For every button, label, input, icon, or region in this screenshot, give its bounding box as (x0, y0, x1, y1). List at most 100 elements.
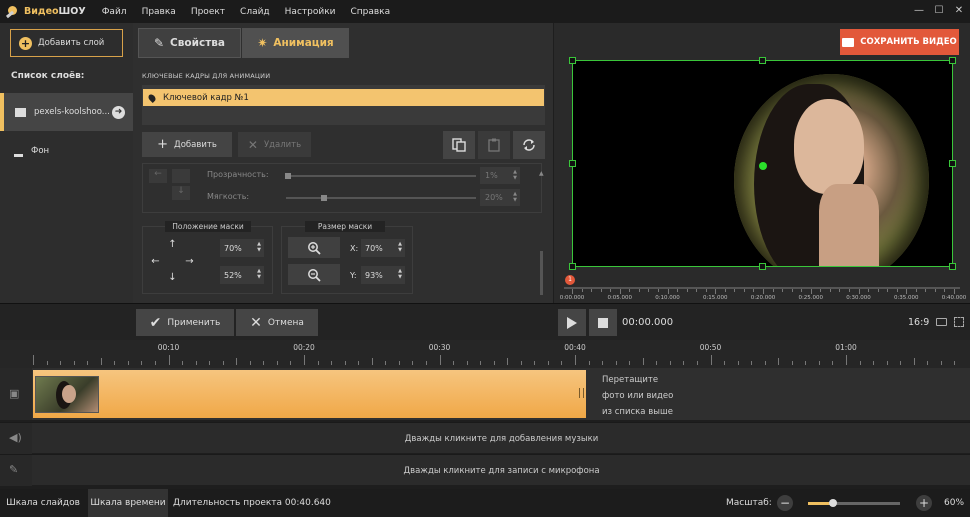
timeline-tick (710, 355, 712, 365)
resize-handle[interactable] (569, 263, 576, 270)
spinner-icon[interactable]: ▲ ▼ (398, 241, 402, 253)
video-preview[interactable] (572, 60, 953, 267)
mask-center-handle[interactable] (759, 162, 767, 170)
spinner-icon[interactable]: ▲ ▼ (513, 191, 517, 203)
timeline-clip[interactable] (33, 370, 586, 418)
ruler-tick (600, 289, 602, 292)
paste-button[interactable] (478, 131, 510, 159)
resize-handle[interactable] (949, 57, 956, 64)
layer-item-video[interactable]: pexels-koolshoo... ➜ (0, 93, 133, 131)
timeline-tick (236, 358, 238, 365)
zoom-minus-button[interactable]: − (777, 495, 793, 511)
arrow-up-icon[interactable]: ↑ (165, 237, 180, 252)
tab-properties[interactable]: ✎ Свойства (138, 28, 241, 58)
spinner-icon[interactable]: ▲ ▼ (257, 268, 261, 280)
timeline-tick (453, 361, 455, 365)
zoom-slider-thumb[interactable] (828, 499, 837, 507)
spinner-icon[interactable]: ▲ ▼ (513, 169, 517, 181)
spinner-icon[interactable]: ▲ ▼ (398, 268, 402, 280)
minimize-button[interactable]: — (910, 3, 928, 19)
delete-keyframe-button[interactable]: ✕ Удалить (238, 132, 311, 157)
timeline-tick (466, 361, 468, 365)
layer-item-background[interactable]: Фон (0, 132, 133, 170)
resize-handle[interactable] (569, 57, 576, 64)
menu-project[interactable]: Проект (191, 7, 225, 17)
add-keyframe-button[interactable]: + Добавить (142, 132, 232, 157)
timeline-tick (480, 361, 482, 365)
zoom-out-button[interactable] (288, 264, 340, 285)
opacity-slider-thumb[interactable] (285, 173, 291, 179)
mask-position-x-input[interactable]: 70% ▲ ▼ (220, 239, 264, 257)
zoom-slider[interactable] (808, 499, 900, 507)
maximize-button[interactable]: ☐ (930, 3, 948, 19)
timeline-tick (304, 355, 305, 365)
resize-handle[interactable] (759, 57, 766, 64)
menu-slide[interactable]: Слайд (240, 7, 270, 17)
zoom-plus-button[interactable]: + (916, 495, 932, 511)
ruler-tick (677, 289, 679, 292)
refresh-icon (523, 139, 535, 151)
clipboard-icon (488, 138, 500, 152)
arrow-left-icon[interactable]: ← (148, 254, 163, 269)
face-shape (794, 99, 864, 194)
menu-settings[interactable]: Настройки (285, 7, 336, 17)
resize-handle[interactable] (949, 160, 956, 167)
ruler-tick (638, 289, 640, 292)
softness-value[interactable]: 20% ▲ ▼ (480, 189, 520, 206)
menu-help[interactable]: Справка (350, 7, 390, 17)
clip-resize-handle[interactable] (579, 388, 584, 398)
stop-button[interactable] (589, 309, 617, 336)
spinner-icon[interactable]: ▲ ▼ (257, 241, 261, 253)
timeline-tick (398, 361, 400, 365)
preview-ruler[interactable]: 1 0:00.000 0:05.000 0:10.000 0:15.000 0:20.0… (560, 275, 966, 303)
properties-panel: ✎ Свойства ✷ Анимация КЛЮЧЕВЫЕ КАДРЫ ДЛЯ… (133, 23, 553, 303)
keyframe-item[interactable]: Ключевой кадр №1 (143, 89, 544, 106)
fullscreen-icon[interactable] (954, 317, 964, 327)
mic-track[interactable]: ✎ Дважды кликните для записи с микрофона (0, 454, 970, 486)
timeline-tick (114, 361, 116, 365)
close-button[interactable]: ✕ (950, 3, 968, 19)
zoom-out-icon (308, 268, 321, 282)
softness-slider-thumb[interactable] (321, 195, 327, 201)
save-video-button[interactable]: СОХРАНИТЬ ВИДЕО (840, 29, 959, 55)
arrow-down-icon[interactable]: ↓ (165, 270, 180, 285)
apply-button[interactable]: ✔ Применить (136, 309, 234, 336)
scrollbar[interactable] (540, 251, 543, 295)
title-bar: ВидеоШОУ Файл Правка Проект Слайд Настро… (0, 0, 970, 23)
menu-edit[interactable]: Правка (142, 7, 176, 17)
resize-handle[interactable] (759, 263, 766, 270)
zoom-in-icon (308, 241, 321, 255)
mask-size-y-input[interactable]: 93% ▲ ▼ (361, 266, 405, 284)
scroll-up-icon[interactable]: ▲ (539, 170, 544, 177)
copy-button[interactable] (443, 131, 475, 159)
arrow-right-icon[interactable]: → (182, 254, 197, 269)
mask-position-y-input[interactable]: 52% ▲ ▼ (220, 266, 264, 284)
arrow-right-icon[interactable]: ➜ (112, 105, 125, 119)
play-button[interactable] (558, 309, 586, 336)
zoom-value: 60% (944, 498, 965, 508)
timeline-tick (154, 361, 156, 365)
timeline-ruler[interactable]: 00:10 00:20 00:30 00:40 00:50 01:00 (0, 340, 970, 368)
mask-size-x-input[interactable]: 70% ▲ ▼ (361, 239, 405, 257)
opacity-value[interactable]: 1% ▲ ▼ (480, 167, 520, 184)
aspect-ratio[interactable]: 16:9 (908, 317, 929, 328)
tab-animation[interactable]: ✷ Анимация (242, 28, 349, 58)
tab-slides-scale[interactable]: Шкала слайдов (0, 489, 86, 517)
timeline-label: 00:30 (428, 343, 451, 352)
playhead-marker[interactable]: 1 (565, 275, 575, 285)
add-layer-button[interactable]: + Добавить слой (10, 29, 123, 57)
reset-button[interactable] (513, 131, 545, 159)
opacity-slider[interactable] (286, 175, 476, 177)
resize-handle[interactable] (949, 263, 956, 270)
zoom-in-button[interactable] (288, 237, 340, 258)
resize-handle[interactable] (569, 160, 576, 167)
softness-slider[interactable] (286, 197, 476, 199)
ruler-tick (791, 289, 793, 292)
cancel-button[interactable]: ✕ Отмена (236, 309, 318, 336)
music-track[interactable]: ◀) Дважды кликните для добавления музыки (0, 422, 970, 454)
arrow-left-icon: ← (149, 169, 167, 183)
snapshot-icon[interactable] (936, 318, 947, 326)
tab-timeline-scale[interactable]: Шкала времени (88, 489, 168, 517)
menu-file[interactable]: Файл (102, 7, 127, 17)
timeline-label: 00:40 (564, 343, 586, 352)
